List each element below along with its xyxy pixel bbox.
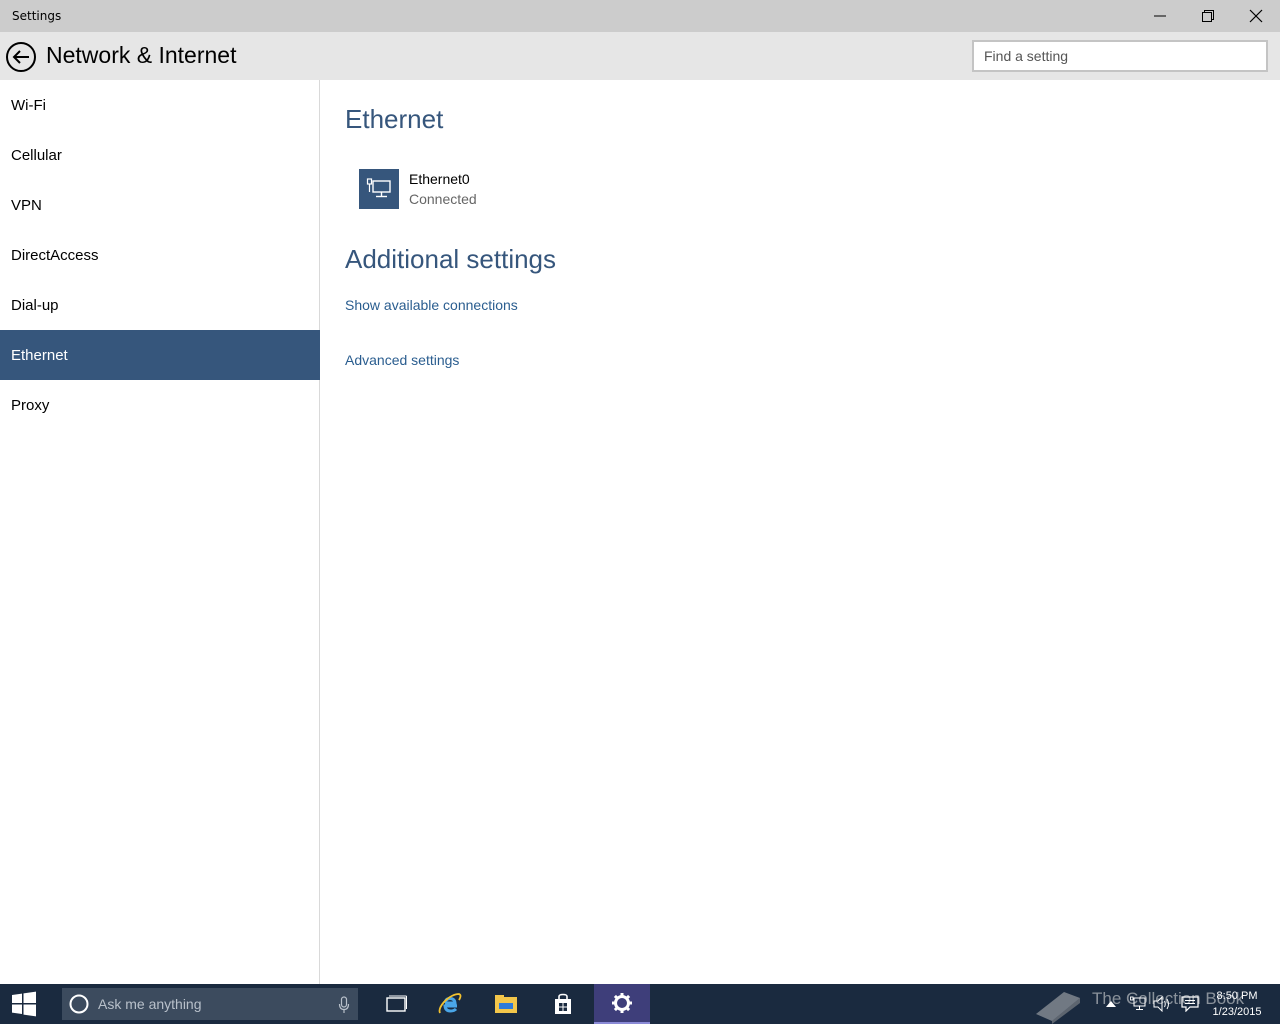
notification-icon bbox=[1181, 996, 1199, 1012]
sidebar-item-label: Cellular bbox=[11, 146, 62, 164]
book-logo-icon bbox=[1036, 992, 1080, 1024]
sidebar-item-dialup[interactable]: Dial-up bbox=[0, 280, 320, 330]
settings-app-button[interactable] bbox=[594, 984, 650, 1024]
back-arrow-icon bbox=[6, 42, 36, 72]
microphone-icon[interactable] bbox=[338, 996, 350, 1014]
sidebar-item-wifi[interactable]: Wi-Fi bbox=[0, 80, 320, 130]
show-available-connections-link[interactable]: Show available connections bbox=[345, 297, 518, 313]
sidebar-item-proxy[interactable]: Proxy bbox=[0, 380, 320, 430]
windows-logo-icon bbox=[12, 991, 36, 1017]
sidebar-item-label: Proxy bbox=[11, 396, 50, 414]
sidebar-item-cellular[interactable]: Cellular bbox=[0, 130, 320, 180]
main-content: Ethernet Ethernet0 Connected Additional … bbox=[321, 80, 1280, 984]
connection-name: Ethernet0 bbox=[409, 171, 470, 187]
show-hidden-icons-button[interactable] bbox=[1102, 984, 1120, 1024]
sidebar-item-label: Dial-up bbox=[11, 296, 59, 314]
network-tray-button[interactable] bbox=[1126, 984, 1150, 1024]
restore-button[interactable] bbox=[1184, 0, 1232, 32]
speaker-icon bbox=[1153, 996, 1169, 1012]
volume-tray-button[interactable] bbox=[1150, 984, 1174, 1024]
sidebar-item-vpn[interactable]: VPN bbox=[0, 180, 320, 230]
clock-date: 1/23/2015 bbox=[1212, 1006, 1262, 1018]
clock-time: 8:50 PM bbox=[1216, 990, 1258, 1002]
sidebar: Wi-Fi Cellular VPN DirectAccess Dial-up … bbox=[0, 80, 320, 984]
sidebar-item-directaccess[interactable]: DirectAccess bbox=[0, 230, 320, 280]
close-icon bbox=[1249, 9, 1263, 23]
title-bar: Settings bbox=[0, 0, 1280, 32]
minimize-icon bbox=[1154, 15, 1166, 17]
folder-icon bbox=[495, 995, 517, 1013]
start-button[interactable] bbox=[0, 984, 48, 1024]
store-icon bbox=[555, 993, 571, 1014]
restore-icon bbox=[1202, 10, 1214, 22]
page-title: Network & Internet bbox=[46, 42, 237, 68]
task-view-icon bbox=[386, 995, 407, 1012]
action-center-button[interactable] bbox=[1177, 984, 1203, 1024]
sidebar-item-label: Wi-Fi bbox=[11, 96, 46, 114]
system-clock[interactable]: 8:50 PM 1/23/2015 bbox=[1206, 988, 1268, 1020]
sidebar-item-label: DirectAccess bbox=[11, 246, 99, 264]
close-button[interactable] bbox=[1232, 0, 1280, 32]
chevron-up-icon bbox=[1106, 1001, 1116, 1007]
sidebar-item-label: VPN bbox=[11, 196, 42, 214]
sidebar-item-ethernet[interactable]: Ethernet bbox=[0, 330, 320, 380]
section-title-additional: Additional settings bbox=[345, 244, 557, 274]
taskbar-search-box[interactable]: Ask me anything bbox=[62, 988, 358, 1020]
connection-status: Connected bbox=[409, 191, 477, 207]
section-title-ethernet: Ethernet bbox=[345, 104, 444, 134]
file-explorer-button[interactable] bbox=[478, 984, 534, 1024]
cortana-icon bbox=[69, 994, 89, 1014]
taskbar: Ask me anything The Collection Book 8:50… bbox=[0, 984, 1280, 1024]
window-title: Settings bbox=[12, 9, 62, 23]
store-button[interactable] bbox=[535, 984, 591, 1024]
search-input[interactable] bbox=[972, 40, 1268, 72]
ethernet-connection-item[interactable]: Ethernet0 Connected bbox=[359, 169, 559, 209]
minimize-button[interactable] bbox=[1136, 0, 1184, 32]
back-button[interactable] bbox=[5, 41, 37, 73]
network-icon bbox=[1130, 996, 1146, 1010]
task-view-button[interactable] bbox=[368, 984, 424, 1024]
advanced-settings-link[interactable]: Advanced settings bbox=[345, 352, 459, 368]
taskbar-search-placeholder: Ask me anything bbox=[98, 996, 202, 1012]
page-header: Network & Internet bbox=[0, 32, 1280, 80]
internet-explorer-button[interactable] bbox=[422, 984, 478, 1024]
sidebar-item-label: Ethernet bbox=[11, 346, 68, 364]
internet-explorer-icon bbox=[438, 993, 462, 1014]
gear-icon bbox=[612, 993, 632, 1013]
ethernet-icon bbox=[359, 169, 399, 209]
